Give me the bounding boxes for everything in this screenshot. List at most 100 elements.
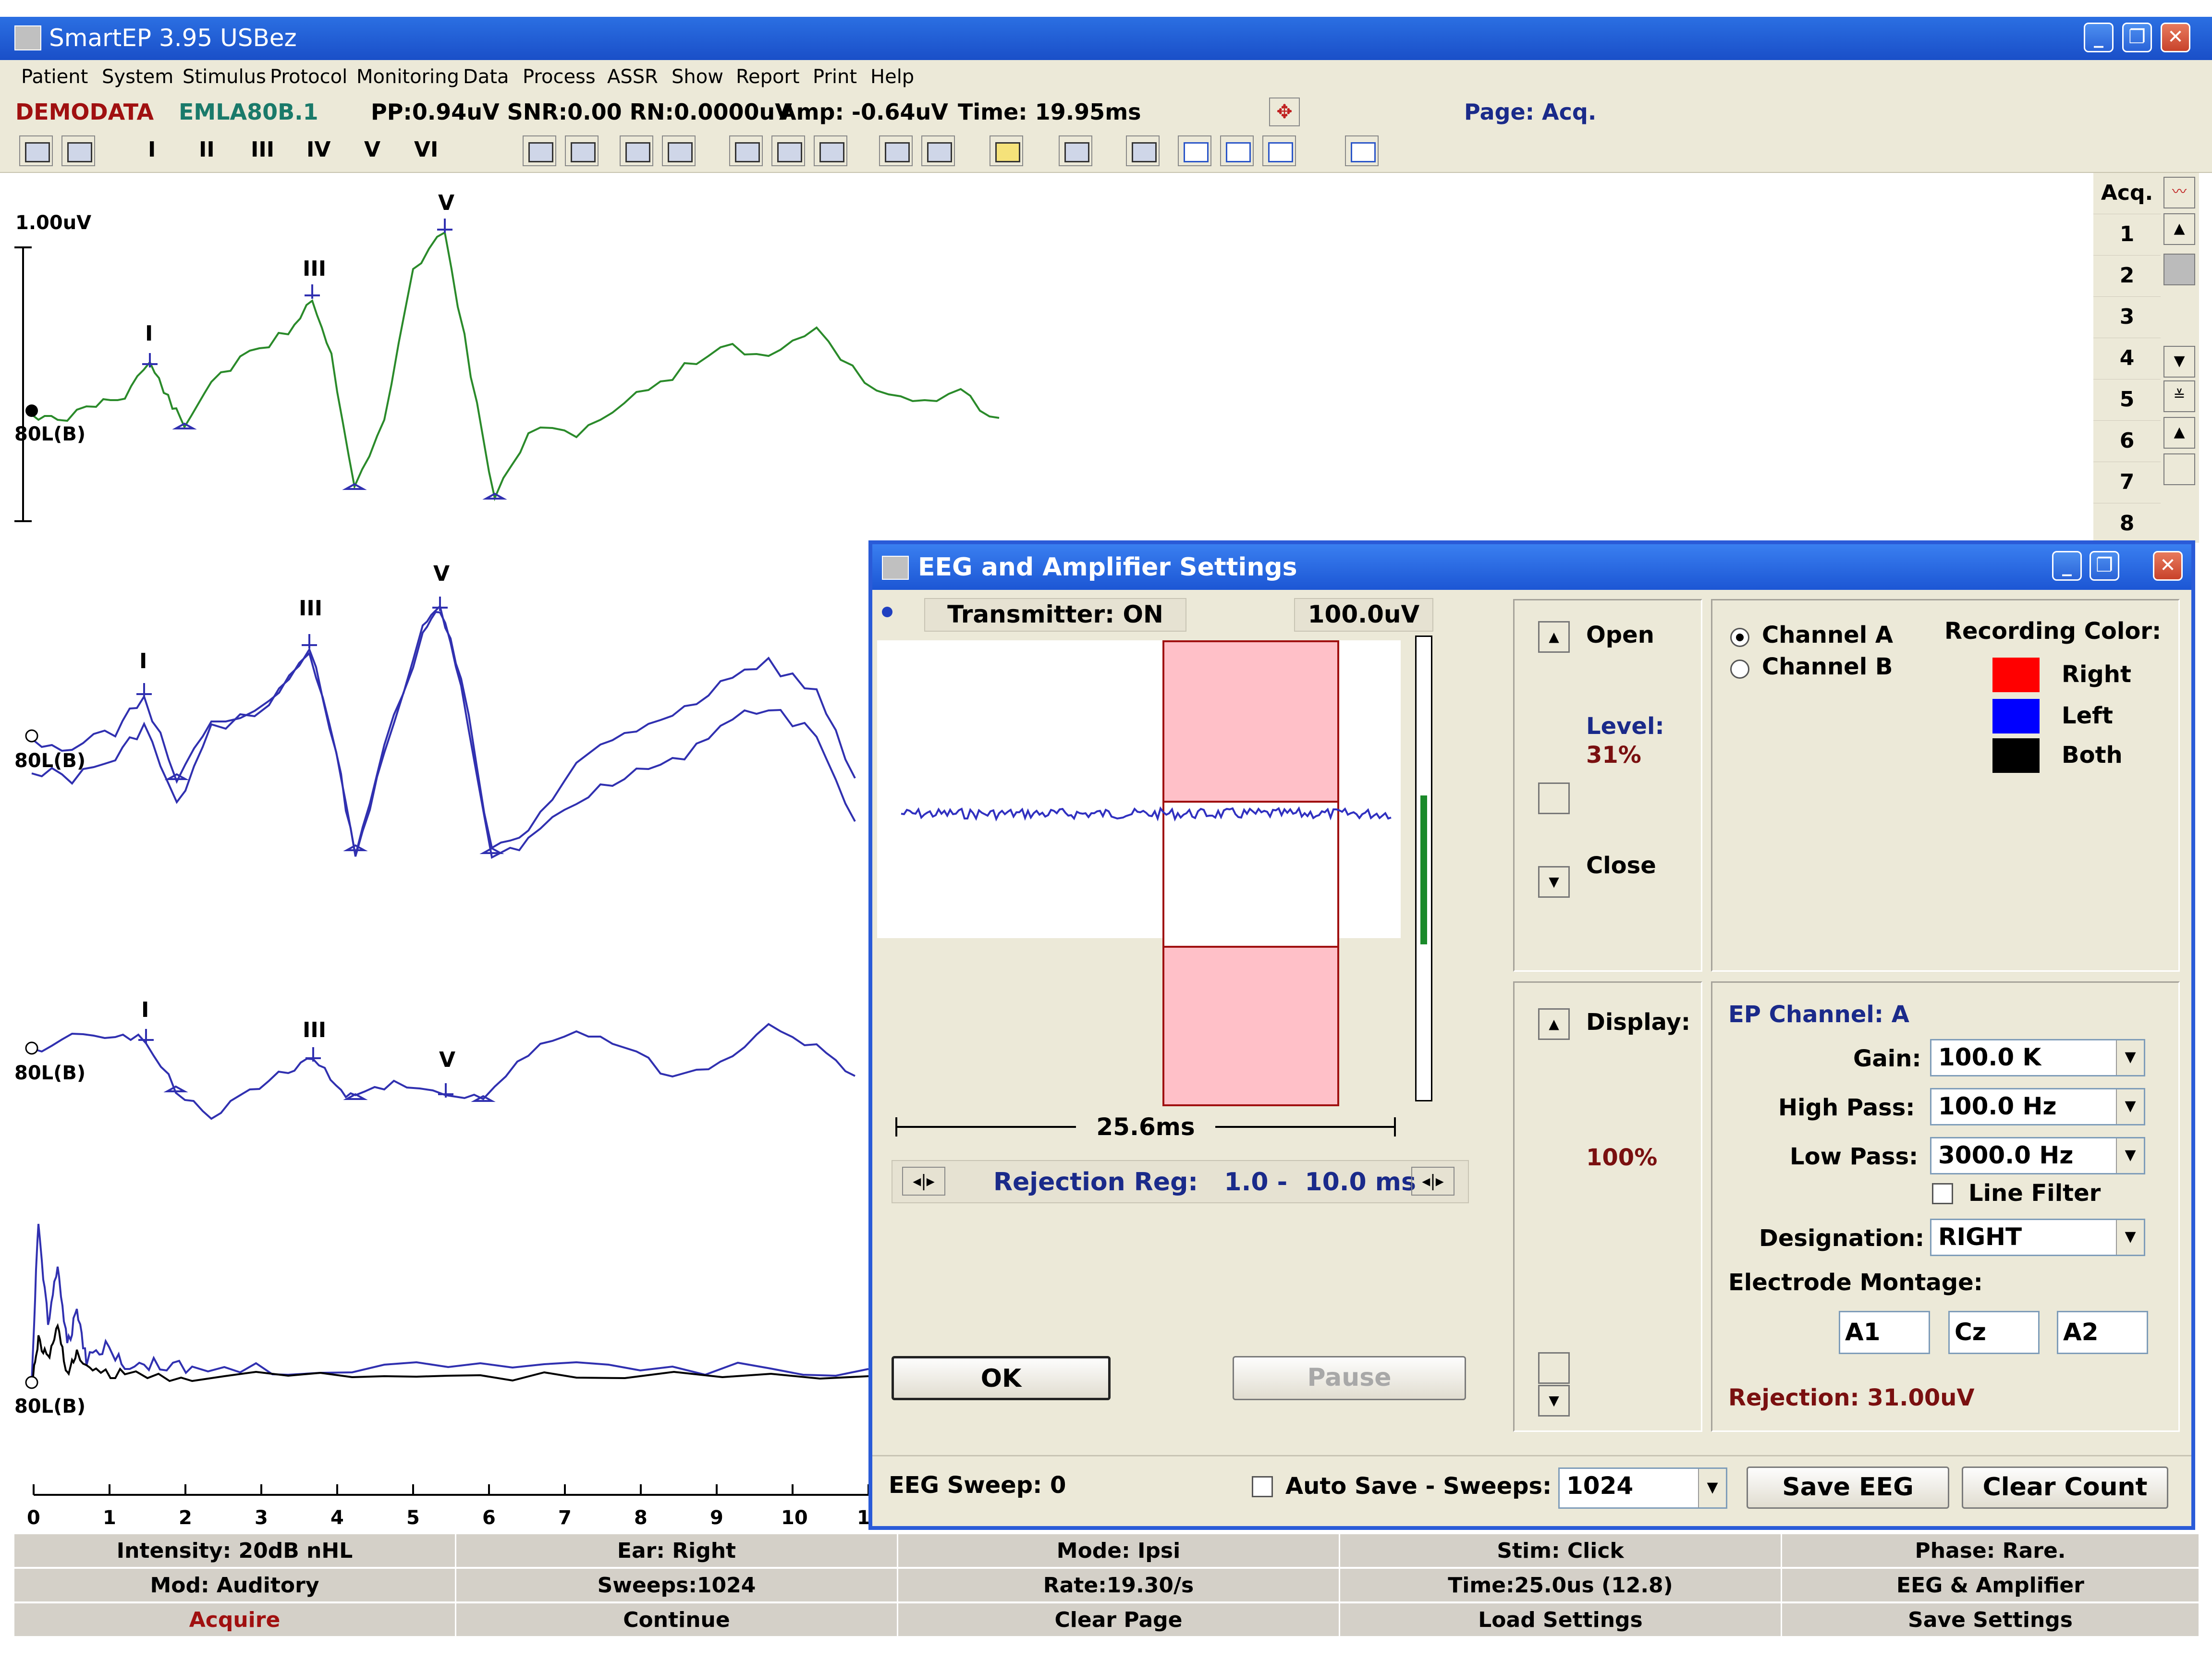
- new-patient-icon[interactable]: [19, 135, 53, 166]
- menu-monitoring[interactable]: Monitoring: [356, 65, 459, 89]
- sweeps-select[interactable]: 1024 ▼: [1558, 1467, 1727, 1509]
- table-icon[interactable]: [1126, 135, 1160, 166]
- right-color-swatch[interactable]: [1992, 658, 2040, 692]
- filter-wave-icon[interactable]: [1345, 135, 1379, 166]
- peak-label-1-iii[interactable]: III: [303, 257, 326, 281]
- trace-2a[interactable]: [31, 604, 856, 856]
- trace-1[interactable]: [31, 231, 1000, 501]
- ratio-wave-icon[interactable]: [1262, 135, 1296, 166]
- menu-assr[interactable]: ASSR: [607, 65, 658, 89]
- channel-item-4[interactable]: 4: [2093, 338, 2161, 379]
- rejection-end-arrows-icon[interactable]: ◂|▸: [1411, 1167, 1454, 1196]
- acquire-button[interactable]: Acquire: [14, 1603, 456, 1637]
- peak-label-1-v[interactable]: V: [438, 191, 454, 215]
- print-icon[interactable]: [523, 135, 556, 166]
- display-down-icon[interactable]: ▼: [1538, 1385, 1570, 1417]
- scroll-up-icon[interactable]: ▲: [2163, 213, 2195, 245]
- stack-waves-icon[interactable]: [1059, 135, 1092, 166]
- peak-label-2-v[interactable]: V: [433, 562, 450, 586]
- menu-data[interactable]: Data: [463, 65, 509, 89]
- open-patient-icon[interactable]: [61, 135, 95, 166]
- menu-stimulus[interactable]: Stimulus: [183, 65, 266, 89]
- clear-page-button[interactable]: Clear Page: [898, 1603, 1340, 1637]
- gain-select[interactable]: 100.0 K ▼: [1930, 1039, 2145, 1076]
- status-eeg-amplifier[interactable]: EEG & Amplifier: [1782, 1569, 2200, 1602]
- peak-v-button[interactable]: V: [364, 136, 380, 163]
- peak-label-3-iii[interactable]: III: [303, 1018, 326, 1042]
- save-icon[interactable]: [771, 135, 805, 166]
- electrode-1-field[interactable]: A1: [1839, 1311, 1930, 1354]
- subtract-wave-icon[interactable]: [1220, 135, 1254, 166]
- status-mod[interactable]: Mod: Auditory: [14, 1569, 456, 1602]
- status-stim[interactable]: Stim: Click: [1340, 1534, 1782, 1568]
- channel-b-radio[interactable]: [1730, 660, 1749, 679]
- restore-button[interactable]: ❐: [2122, 23, 2152, 52]
- clear-count-button[interactable]: Clear Count: [1962, 1466, 2168, 1509]
- status-phase[interactable]: Phase: Rare.: [1782, 1534, 2200, 1568]
- both-color-swatch[interactable]: [1992, 738, 2040, 773]
- peak-label-2-iii[interactable]: III: [299, 597, 322, 621]
- auto-save-checkbox[interactable]: [1252, 1476, 1273, 1497]
- channel-item-7[interactable]: 7: [2093, 462, 2161, 503]
- chevron-down-icon[interactable]: ▼: [1698, 1469, 1726, 1507]
- peak-iii-button[interactable]: III: [251, 136, 274, 163]
- status-time[interactable]: Time:25.0us (12.8): [1340, 1569, 1782, 1602]
- scroll-up-2-icon[interactable]: ▲: [2163, 417, 2195, 449]
- peak-i-button[interactable]: I: [148, 136, 156, 163]
- close-button[interactable]: ✕: [2161, 23, 2190, 52]
- load-icon[interactable]: [879, 135, 913, 166]
- print-page-icon[interactable]: [620, 135, 653, 166]
- peak-vi-button[interactable]: VI: [414, 136, 438, 163]
- channel-a-radio[interactable]: [1730, 628, 1749, 647]
- open-file-icon[interactable]: [729, 135, 763, 166]
- peak-iv-button[interactable]: IV: [306, 136, 330, 163]
- save-eeg-button[interactable]: Save EEG: [1747, 1466, 1949, 1509]
- pause-button[interactable]: Pause: [1233, 1356, 1466, 1400]
- minimize-button[interactable]: _: [2084, 23, 2114, 52]
- status-sweeps[interactable]: Sweeps:1024: [456, 1569, 898, 1602]
- save-all-icon[interactable]: [814, 135, 847, 166]
- menu-patient[interactable]: Patient: [21, 65, 88, 89]
- scroll-thumb[interactable]: [2163, 254, 2195, 285]
- chevron-down-icon[interactable]: ▼: [2116, 1040, 2144, 1075]
- peak-label-2-i[interactable]: I: [139, 649, 147, 673]
- chevron-down-icon[interactable]: ▼: [2116, 1138, 2144, 1173]
- peak-ii-button[interactable]: II: [199, 136, 215, 163]
- channel-item-6[interactable]: 6: [2093, 421, 2161, 462]
- cursor-move-icon[interactable]: ✥: [1269, 98, 1300, 126]
- status-ear[interactable]: Ear: Right: [456, 1534, 898, 1568]
- scroll-thumb-2[interactable]: [2163, 453, 2195, 485]
- menu-print[interactable]: Print: [813, 65, 857, 89]
- designation-select[interactable]: RIGHT ▼: [1930, 1219, 2145, 1256]
- level-slider-thumb[interactable]: [1538, 782, 1570, 814]
- trace-2b[interactable]: [31, 611, 856, 859]
- peak-label-3-i[interactable]: I: [141, 998, 149, 1022]
- peak-label-1-i[interactable]: I: [145, 322, 153, 346]
- print-report-icon[interactable]: [662, 135, 696, 166]
- left-color-swatch[interactable]: [1992, 699, 2040, 733]
- menu-system[interactable]: System: [102, 65, 173, 89]
- store-icon[interactable]: [921, 135, 955, 166]
- status-rate[interactable]: Rate:19.30/s: [898, 1569, 1340, 1602]
- peak-label-3-v[interactable]: V: [439, 1048, 455, 1072]
- channel-item-5[interactable]: 5: [2093, 379, 2161, 421]
- rejection-start-arrows-icon[interactable]: ◂|▸: [902, 1167, 945, 1196]
- status-intensity[interactable]: Intensity: 20dB nHL: [14, 1534, 456, 1568]
- trace-1-marker[interactable]: [25, 404, 38, 417]
- chevron-down-icon[interactable]: ▼: [2116, 1220, 2144, 1255]
- load-settings-button[interactable]: Load Settings: [1340, 1603, 1782, 1637]
- low-pass-select[interactable]: 3000.0 Hz ▼: [1930, 1137, 2145, 1174]
- scroll-down-icon[interactable]: ▼: [2163, 346, 2195, 378]
- high-pass-select[interactable]: 100.0 Hz ▼: [1930, 1088, 2145, 1125]
- marker-pen-icon[interactable]: [990, 135, 1023, 166]
- add-wave-icon[interactable]: [1178, 135, 1211, 166]
- open-up-icon[interactable]: ▲: [1538, 621, 1570, 653]
- save-settings-button[interactable]: Save Settings: [1782, 1603, 2200, 1637]
- menu-report[interactable]: Report: [736, 65, 800, 89]
- channel-item-3[interactable]: 3: [2093, 297, 2161, 338]
- channel-item-2[interactable]: 2: [2093, 256, 2161, 297]
- status-mode[interactable]: Mode: Ipsi: [898, 1534, 1340, 1568]
- menu-process[interactable]: Process: [523, 65, 596, 89]
- overlay-icon[interactable]: ≚: [2163, 380, 2195, 412]
- channel-item-1[interactable]: 1: [2093, 214, 2161, 256]
